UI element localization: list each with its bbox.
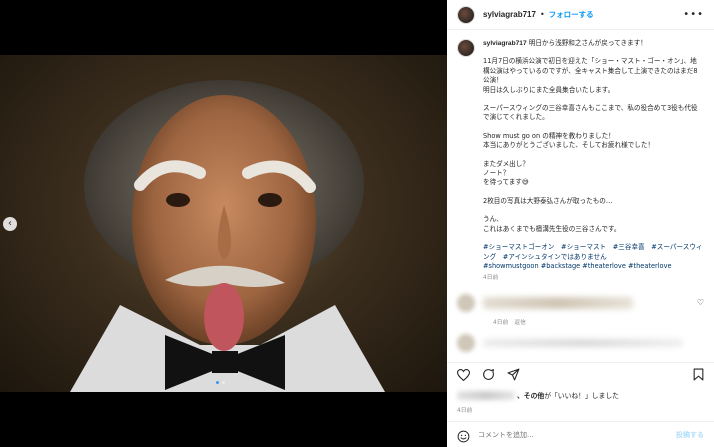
- avatar[interactable]: [457, 39, 475, 57]
- post-header: sylviagrab717 • フォローする •••: [447, 0, 714, 30]
- action-bar: [447, 362, 714, 386]
- comment-composer: 投稿する: [447, 421, 714, 447]
- caption-first-line: 明日から浅野和之さんが戻ってきます！: [528, 39, 647, 47]
- caption-username[interactable]: sylviagrab717: [483, 40, 527, 47]
- comment-time: 4日前: [493, 319, 509, 326]
- caption-paragraph: スーパースウィングの三谷幸喜さんもここまで、私の役合めて3役も代役で演じてくれま…: [483, 104, 698, 122]
- comment-meta: 4日前 返信: [493, 317, 704, 326]
- avatar[interactable]: [457, 5, 475, 24]
- caption-time: 4日前: [483, 275, 499, 282]
- caption-scroll-area[interactable]: sylviagrab717 明日から浅野和之さんが戻ってきます！ 11月7日の横…: [447, 31, 714, 356]
- caption-paragraph: またダメ出し？ ノート？ を待ってます😅: [483, 159, 529, 187]
- caption-paragraph: 11月7日の横浜公演で初日を迎えた「ショー・マスト・ゴー・オン」、地構公演はやっ…: [483, 57, 698, 94]
- caption-paragraph: 2枚目の写真は大野泰弘さんが取ったもの…: [483, 196, 613, 205]
- instagram-post-modal: ‹ sylviagrab717 • フォローする ••• sylviagrab7…: [0, 0, 714, 447]
- heart-icon[interactable]: ♡: [697, 298, 704, 307]
- likes-others[interactable]: 、その他: [517, 390, 544, 400]
- comment-item: ♡: [457, 293, 704, 312]
- caption-hashtags[interactable]: #ショーマストゴーオン #ショーマスト #三谷幸喜 #スーパースウィング #アイ…: [483, 243, 703, 271]
- carousel-dot: [222, 381, 225, 384]
- bookmark-icon[interactable]: [691, 368, 705, 382]
- more-horizontal-icon[interactable]: •••: [683, 9, 704, 20]
- smile-icon[interactable]: [457, 428, 470, 443]
- avatar[interactable]: [457, 333, 475, 352]
- share-icon[interactable]: [506, 368, 520, 382]
- comment-text-blurred: [483, 338, 683, 347]
- likes-summary: 、その他 が「いいね！」しました: [457, 390, 619, 400]
- comment-input[interactable]: [478, 430, 658, 439]
- header-username[interactable]: sylviagrab717: [483, 10, 536, 19]
- comment-text-blurred: [483, 296, 633, 309]
- carousel-dot: [216, 381, 219, 384]
- comment-item: [457, 333, 704, 352]
- carousel-dots: [216, 381, 225, 384]
- comment-icon[interactable]: [481, 368, 495, 382]
- post-comment-button[interactable]: 投稿する: [676, 430, 704, 440]
- liker-name-blurred[interactable]: [457, 390, 515, 400]
- caption-paragraph: Show must go on の精神を教わりました！ 本当にありがとうございま…: [483, 131, 655, 150]
- reply-button[interactable]: 返信: [514, 317, 526, 326]
- caption: sylviagrab717 明日から浅野和之さんが戻ってきます！ 11月7日の横…: [457, 39, 704, 284]
- post-photo: [0, 55, 447, 392]
- caption-paragraph: うん、 これはあくまでも檀溝先生役の三谷さんです。: [483, 215, 621, 233]
- portrait-image: [70, 80, 385, 392]
- media-viewer: ‹: [0, 0, 447, 447]
- follow-button[interactable]: フォローする: [549, 9, 594, 20]
- caption-body: sylviagrab717 明日から浅野和之さんが戻ってきます！ 11月7日の横…: [483, 39, 703, 284]
- heart-icon[interactable]: [456, 368, 470, 382]
- separator: •: [539, 10, 545, 19]
- avatar[interactable]: [457, 293, 475, 312]
- chevron-left-icon[interactable]: ‹: [3, 217, 17, 231]
- likes-text: が「いいね！」しました: [544, 392, 619, 400]
- post-side-panel: sylviagrab717 • フォローする ••• sylviagrab717…: [447, 0, 714, 447]
- posted-time: 4日前: [457, 408, 473, 414]
